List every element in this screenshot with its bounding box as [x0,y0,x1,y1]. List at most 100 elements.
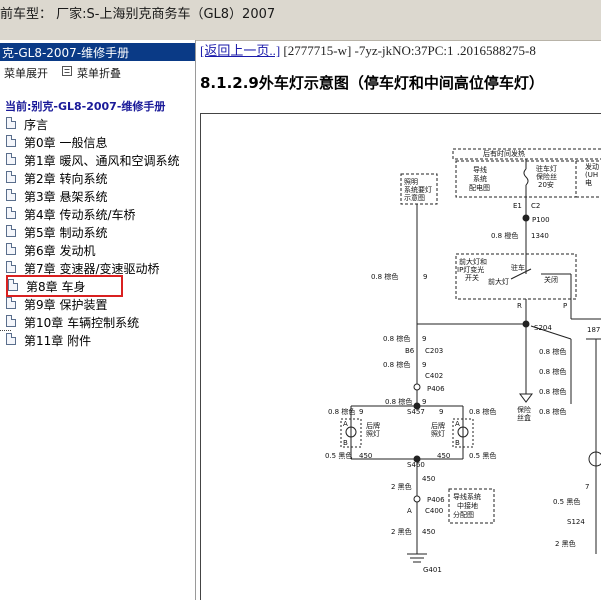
label-rear-lamp-l2: 照灯 [366,429,380,438]
label-wire-brown-b: 0.8 棕色 [383,334,410,343]
sidebar: 克-GL8-2007-维修手册 菜单展开 菜单折叠 当前:别克-GL8-2007… [0,40,196,600]
label-fuse-park-1: 保险 [517,405,531,414]
tree-item[interactable]: 第8章 车身 [6,275,123,297]
sidebar-header: 克-GL8-2007-维修手册 [0,43,195,61]
sidebar-title: 克-GL8-2007-维修手册 [2,46,130,60]
label-lighting-2: 系统要灯 [404,185,432,194]
label-b6: B6 [405,347,415,355]
label-right-3: 电 [585,178,592,187]
label-g401: G401 [423,566,442,574]
current-location: 当前:别克-GL8-2007-维修手册 [5,100,166,113]
label-wire-brown-r1: 0.8 棕色 [539,347,566,356]
label-450a: 450 [359,452,372,460]
label-wire-brown-g: 0.8 棕色 [469,407,496,416]
label-9c: 9 [422,361,426,369]
collapse-menu-icon[interactable] [62,65,72,78]
top-dashed-box [452,148,601,160]
tree-item-label: 第8章 车身 [26,280,86,294]
label-c2: C2 [531,202,540,210]
label-switch-park: 驻车 [511,263,525,272]
label-wire-brown-c: 0.8 棕色 [383,360,410,369]
label-switch-3: 开关 [465,273,479,282]
tree-item-label: 第6章 发动机 [24,244,96,258]
label-9b: 9 [422,335,426,343]
tree-item-label: 第5章 制动系统 [24,226,108,240]
label-wire-brown-r2: 0.8 棕色 [539,367,566,376]
label-lighting-3: 示意图 [404,193,425,202]
tree-item-label: 第9章 保护装置 [24,298,108,312]
label-fuse-park-2: 丝盒 [517,413,531,422]
document-icon [6,333,16,345]
label-rear-lamp-r2: 照灯 [431,429,445,438]
label-c400: C400 [425,507,443,515]
page-title: 8.1.2.9外车灯示意图（停车灯和中间高位停车灯） [200,74,544,92]
label-wire-brown-r4: 0.8 棕色 [539,407,566,416]
label-fuse-2: 保险丝 [536,172,557,181]
tree-item-label: 第1章 暖风、通风和空调系统 [24,154,180,168]
label-wire-black-d: 2 黑色 [391,527,412,536]
document-icon [6,153,16,165]
label-1340: 1340 [531,232,549,240]
document-icon [6,189,16,201]
label-s204: S204 [534,324,552,332]
label-450d: 450 [422,528,435,536]
document-icon [8,279,18,291]
label-switch-2: IP灯变光 [457,265,484,274]
label-c203: C203 [425,347,443,355]
label-wire-black-c: 2 黑色 [391,482,412,491]
tree-item-label: 第7章 变速器/变速驱动桥 [24,262,160,276]
label-r: R [517,302,522,310]
wiring-diagram: 后有时间发热 导线 系统 配电图 驻车灯 保险丝 20安 发动 (UH 电 E1… [200,113,601,600]
tree-connector [0,330,11,331]
right-lamp-circle [588,451,601,467]
label-switch-headlamp: 前大灯 [488,277,509,286]
label-a3: A [407,507,412,515]
label-wire-black-r2: 2 黑色 [555,539,576,548]
tree-item-label: 第10章 车辆控制系统 [24,316,140,330]
document-icon [6,297,16,309]
tree-item-label: 第2章 转向系统 [24,172,108,186]
wiring-diagram-svg: 后有时间发热 导线 系统 配电图 驻车灯 保险丝 20安 发动 (UH 电 E1… [325,148,601,574]
label-wire-brown-e: 0.8 棕色 [385,397,412,406]
document-icon [6,171,16,183]
document-icon [6,315,16,327]
label-switch-off: 关闭 [544,275,558,284]
label-rear-lamp-r1: 后牌 [431,421,445,430]
label-right-1: 发动 [585,162,599,171]
label-b2: B [455,439,460,447]
label-wire-orange: 0.8 橙色 [491,231,518,240]
document-icon [6,243,16,255]
label-p406b: P406 [427,496,445,504]
label-9a: 9 [423,273,427,281]
label-fuse-3: 20安 [538,180,554,189]
label-wire-black-b: 0.5 黑色 [469,451,496,460]
window-title: 前车型： 厂家:S-上海别克商务车（GL8）2007 [0,7,276,22]
label-450b: 450 [437,452,450,460]
document-icon [6,225,16,237]
label-lighting-1: 照明 [404,178,418,186]
label-450c: 450 [422,475,435,483]
label-fuse-box-2: 系统 [473,174,487,183]
collapse-menu-button[interactable]: 菜单折叠 [77,65,121,81]
doc-info: [2777715-w] -7yz-jkNO:37PC:1 .2016588275… [283,43,536,58]
label-c402: C402 [425,372,443,380]
label-wire-brown-a: 0.8 棕色 [371,272,398,281]
label-right-2: (UH [585,171,598,179]
title-bar: 前车型： 厂家:S-上海别克商务车（GL8）2007 [0,0,601,41]
label-fuse-1: 驻车灯 [536,164,557,173]
tree-item-label: 第4章 传动系统/车桥 [24,208,136,222]
tree-item-label: 第3章 悬架系统 [24,190,108,204]
label-s457: S457 [407,408,425,416]
expand-menu-button[interactable]: 菜单展开 [4,65,48,81]
label-p100: P100 [532,216,550,224]
tree-item-label: 第11章 附件 [24,334,92,348]
fuse-symbol [523,168,529,186]
document-icon [6,135,16,147]
label-e1: E1 [513,202,522,210]
label-9e: 9 [422,398,426,406]
back-link[interactable]: [返回上一页..] [200,43,280,58]
document-icon [6,261,16,273]
content-nav: [返回上一页..] [2777715-w] -7yz-jkNO:37PC:1 .… [200,40,536,59]
content-pane: [返回上一页..] [2777715-w] -7yz-jkNO:37PC:1 .… [197,40,601,600]
label-wire-black-a: 0.5 黑色 [325,451,352,460]
